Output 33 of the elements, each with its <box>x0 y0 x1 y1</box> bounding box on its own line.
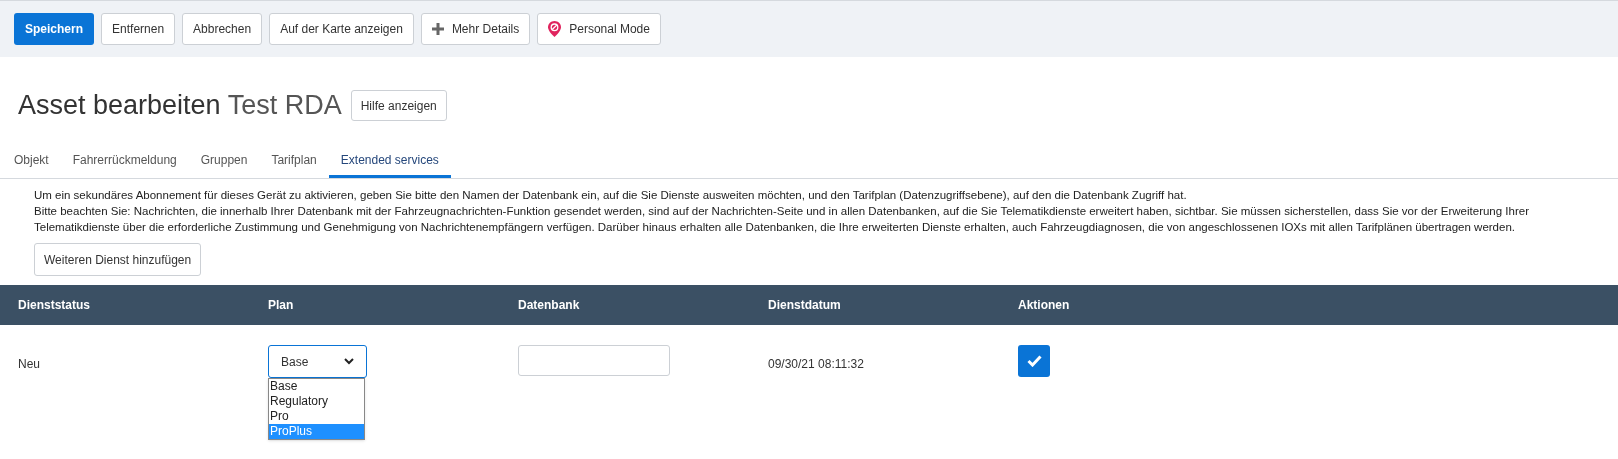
chevron-down-icon <box>344 358 354 365</box>
help-button[interactable]: Hilfe anzeigen <box>350 90 447 121</box>
dropdown-option[interactable]: Pro <box>269 409 364 424</box>
column-header: Datenbank <box>518 297 580 314</box>
toolbar-button[interactable]: Mehr Details <box>420 13 531 45</box>
column-header: Plan <box>268 297 294 314</box>
tab[interactable]: Objekt <box>2 142 61 178</box>
save-button[interactable]: Speichern <box>14 13 95 45</box>
add-service-button[interactable]: Weiteren Dienst hinzufügen <box>34 243 202 276</box>
tab[interactable]: Extended services <box>328 142 451 178</box>
table-cell-text: 09/30/21 08:11:32 <box>768 356 864 373</box>
toolbar-button[interactable]: Entfernen <box>101 13 176 45</box>
checkmark-icon <box>1026 355 1042 367</box>
column-header: Dienststatus <box>18 297 91 314</box>
database-input[interactable] <box>518 345 670 376</box>
dropdown-option[interactable]: Regulatory <box>269 394 364 409</box>
table-cell-text: Neu <box>18 356 40 373</box>
tab[interactable]: Fahrerrückmeldung <box>60 142 189 178</box>
info-paragraph: Um ein sekundäres Abonnement für dieses Gerät zu aktivieren, geben Sie bitte den Namen der Datenbank ein, auf die Sie Dienste ausweiten möchten, und den Tarifplan (Datenzugriffsebene), auf den die Datenbank Zugriff hat. <box>34 188 1188 203</box>
info-paragraph: Bitte beachten Sie: Nachrichten, die innerhalb Ihrer Datenbank mit der Fahrzeugnachrichten-Funktion gesendet werden, sind auf der Nachrichten-Seite und in allen Datenbanken, auf die Sie Telematikdienste erweitert haben, sichtbar. Sie müssen sicherstellen, dass Sie vor der Erweiterung Ihrer Telematikdienste über die erforderliche Zustimmung und Genehmigung von Nachrichtenempfängern verfügen. Darüber hinaus erhalten alle Datenbanken, die Ihre erweiterten Dienste erhalten, auch Fahrzeugdiagnosen, die von angeschlossenen IOXs mit allen Tarifplänen übertragen werden. <box>34 204 1530 235</box>
dropdown-option[interactable]: Base <box>269 379 364 394</box>
page-title: Asset bearbeiten Test RDA <box>18 92 342 119</box>
confirm-button[interactable] <box>1018 345 1050 377</box>
tab[interactable]: Gruppen <box>188 142 260 178</box>
toolbar-button[interactable]: Abbrechen <box>182 13 263 45</box>
location-pin-icon <box>548 21 562 37</box>
toolbar-button[interactable]: Auf der Karte anzeigen <box>269 13 414 45</box>
toolbar-button[interactable]: Personal Mode <box>537 13 661 45</box>
column-header: Dienstdatum <box>768 297 841 314</box>
plan-dropdown[interactable]: Base <box>268 345 367 378</box>
plus-icon <box>431 23 444 35</box>
tab[interactable]: Tarifplan <box>259 142 329 178</box>
column-header: Aktionen <box>1018 297 1070 314</box>
